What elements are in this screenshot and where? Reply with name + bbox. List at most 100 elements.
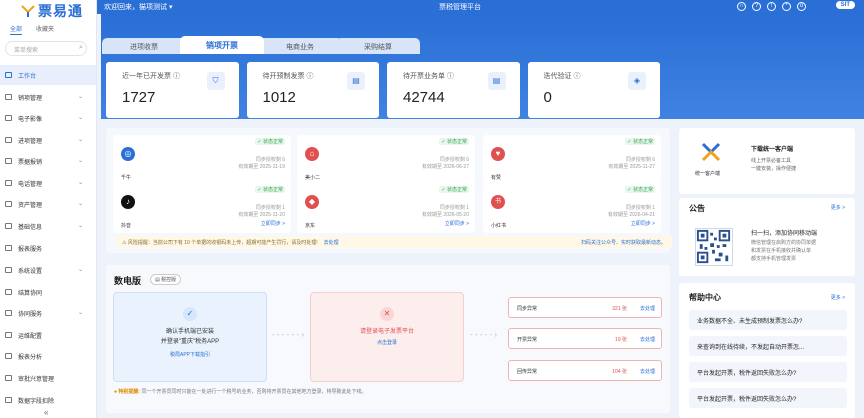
stat-value: 1727	[122, 89, 156, 106]
help-more-link[interactable]: 更多 >	[831, 294, 845, 301]
tab-ecommerce[interactable]: 电商业务	[258, 38, 342, 54]
qianniu-logo-icon: ◎	[121, 147, 135, 161]
help-question[interactable]: 平台发起开票，税件返回失败怎么办?	[689, 362, 847, 382]
document-icon: ▤	[487, 72, 506, 90]
platform-card-qianniu[interactable]: ✓ 状态正常 ◎ 同步授权剩 6 有效期至 2025-11-19 千牛	[113, 135, 291, 185]
sidebar-item-phone[interactable]: 电话管理 ⌄	[0, 173, 96, 193]
sync-now-link[interactable]: 立即同步 >	[631, 220, 655, 227]
expiry-date: 有效期至 2026-05-20	[422, 212, 469, 218]
reminder-label: ● 特别提醒:	[114, 389, 141, 395]
app-download-link[interactable]: 税局APP下载指引	[114, 351, 266, 358]
announcement-title: 公告	[689, 204, 705, 213]
platform-name: 有赞	[491, 175, 502, 181]
sidebar-item-label: 运维配置	[18, 333, 43, 340]
sidebar-tab-all[interactable]: 全部	[10, 24, 23, 35]
gear-icon[interactable]: *	[782, 2, 791, 11]
welcome-user-menu[interactable]: 欢迎回来，猫项测试 ▾	[104, 2, 172, 12]
risk-notice: ⚠ 风险提醒：当前公司下有 10 个单据的收银码未上传，超期可能产生罚行，请及时…	[116, 236, 672, 248]
tab-input-invoices[interactable]: 进项收票	[102, 38, 186, 54]
stat-card-verification[interactable]: 迭代验证 ⓘ 0 ◈	[527, 62, 660, 118]
result-count: 19 张	[615, 337, 627, 343]
chevron-down-icon: ⌄	[77, 201, 83, 207]
logo-text: 票易通	[38, 3, 83, 19]
chevron-down-icon: ⌄	[77, 267, 83, 273]
sidebar-item-assets[interactable]: 资产管理 ⌄	[0, 194, 96, 214]
sidebar-item-label: 电子影像	[18, 116, 43, 123]
scan-desc: 都支持手机管理发票	[751, 256, 797, 262]
help-question[interactable]: 平台发起开票，税件返回失败怎么办?	[689, 388, 847, 408]
user-icon[interactable]: o	[797, 2, 806, 11]
tab-sales-invoicing[interactable]: 销项开票	[180, 36, 264, 54]
logo-icon	[21, 5, 35, 17]
step-app-login: ✓ 确认手机端已安装 并登录"重庆"税务APP 税局APP下载指引	[113, 292, 267, 382]
sidebar-item-label: 结算协同	[18, 290, 43, 297]
jd-logo-icon: ◆	[305, 195, 319, 209]
stat-card-pending-orders[interactable]: 待开票业务单 ⓘ 42744 ▤	[387, 62, 520, 118]
bell-icon[interactable]: !	[767, 2, 776, 11]
sidebar-item-settings[interactable]: 系统设置 ⌄	[0, 260, 96, 280]
sidebar-item-workbench[interactable]: 工作台	[0, 65, 96, 85]
folder-icon	[5, 94, 12, 100]
folder-icon	[5, 310, 12, 316]
sync-now-link[interactable]: 立即同步 >	[445, 220, 469, 227]
handle-link[interactable]: 去处理	[640, 305, 655, 312]
folder-icon	[5, 223, 12, 229]
result-name: 开票异常	[517, 337, 538, 343]
stat-card-pending-prefab[interactable]: 待开预制发票 ⓘ 1012 ▤	[246, 62, 379, 118]
tab-purchase-settlement[interactable]: 采购结算	[336, 38, 420, 54]
sidebar-item-images[interactable]: 电子影像 ⌄	[0, 108, 96, 128]
sidebar-item-approval[interactable]: 审批兴意管理	[0, 368, 96, 388]
headset-icon[interactable]: ∩	[737, 2, 746, 11]
help-center-card: 帮助中心 更多 > 业务数据不全、未生成预制发票怎么办? 来查询到在线待续，不发…	[679, 283, 855, 418]
client-download-card[interactable]: 统一客户端 下载统一客户端 线上开票必备工具 一键安装，操作便捷	[679, 128, 855, 194]
search-icon[interactable]: ⌕	[79, 44, 90, 52]
platform-card-jd[interactable]: ✓ 状态正常 ◆ 同步授权剩 1 有效期至 2026-05-20 立即同步 > …	[297, 183, 475, 233]
sidebar-item-input[interactable]: 进项管理 ⌄	[0, 130, 96, 150]
status-badge: ✓ 状态正常	[625, 138, 655, 145]
tax-control-toggle[interactable]: ▤ 税控版	[150, 274, 182, 285]
login-link[interactable]: 点击登录	[311, 339, 463, 346]
platform-card-meixiaoer[interactable]: ✓ 状态正常 ⌂ 同步授权剩 6 有效期至 2026-06-27 美小二	[297, 135, 475, 185]
stat-card-issued[interactable]: 近一年已开发票 ⓘ 1727 ⛉	[106, 62, 239, 118]
folder-icon	[5, 158, 12, 164]
platform-card-xiaohongshu[interactable]: ✓ 状态正常 书 同步授权剩 1 有效期至 2026-04-21 立即同步 > …	[483, 183, 661, 233]
sidebar-item-label: 协同服务	[18, 311, 43, 318]
menu-search-input[interactable]: 菜单搜索	[5, 41, 87, 56]
sidebar-item-basic-info[interactable]: 基础信息 ⌄	[0, 216, 96, 236]
help-icon[interactable]: ?	[752, 2, 761, 11]
notice-handle-link[interactable]: 去处理	[324, 240, 339, 246]
user-badge[interactable]: SIT	[835, 1, 855, 9]
collapse-sidebar-button[interactable]: «	[44, 408, 48, 417]
sidebar-tab-favorites[interactable]: 收藏夹	[36, 24, 54, 35]
shield-icon: ⛉	[206, 72, 225, 90]
sidebar-item-sales[interactable]: 销项管理 ⌄	[0, 87, 96, 107]
status-badge: ✓ 状态正常	[439, 138, 469, 145]
sidebar-item-ops[interactable]: 运维配置	[0, 325, 96, 345]
handle-link[interactable]: 去处理	[640, 336, 655, 343]
notice-follow-text[interactable]: 扫码关注公众号、实时获取最新动态。	[581, 239, 666, 246]
sidebar-item-reimburse[interactable]: 票据报销 ⌄	[0, 151, 96, 171]
platform-card-douyin[interactable]: ✓ 状态正常 ♪ 同步授权剩 1 有效期至 2025-11-20 立即同步 > …	[113, 183, 291, 233]
app-logo[interactable]: 票易通	[21, 2, 83, 20]
arrow-right-icon: - - - - - - ›	[272, 330, 304, 339]
sidebar-item-report-analysis[interactable]: 报表分析	[0, 346, 96, 366]
chevron-down-icon: ⌄	[77, 94, 83, 100]
platform-card-youzan[interactable]: ✓ 状态正常 ♥ 同步授权剩 6 有效期至 2025-11-27 有赞	[483, 135, 661, 185]
announcement-more-link[interactable]: 更多 >	[831, 204, 845, 211]
sidebar-item-collab[interactable]: 协同服务 ⌄	[0, 303, 96, 323]
result-return-error: 回传异常 104 张 去处理	[508, 360, 662, 381]
help-question[interactable]: 来查询到在线待续，不发起自动开票怎...	[689, 336, 847, 356]
stat-value: 0	[543, 89, 552, 106]
sidebar-item-report-service[interactable]: 报表服务	[0, 238, 96, 258]
folder-icon	[5, 397, 12, 403]
handle-link[interactable]: 去处理	[640, 368, 655, 375]
folder-icon	[5, 353, 12, 359]
sidebar-item-settlement[interactable]: 结算协同	[0, 282, 96, 302]
youzan-logo-icon: ♥	[491, 147, 505, 161]
platform-name: 小红书	[491, 223, 507, 229]
sidebar-item-data-field[interactable]: 数据字段扣除	[0, 390, 96, 410]
help-question[interactable]: 业务数据不全、未生成预制发票怎么办?	[689, 310, 847, 330]
sync-now-link[interactable]: 立即同步 >	[261, 220, 285, 227]
result-count: 104 张	[612, 369, 627, 375]
sidebar-item-label: 进项管理	[18, 138, 43, 145]
